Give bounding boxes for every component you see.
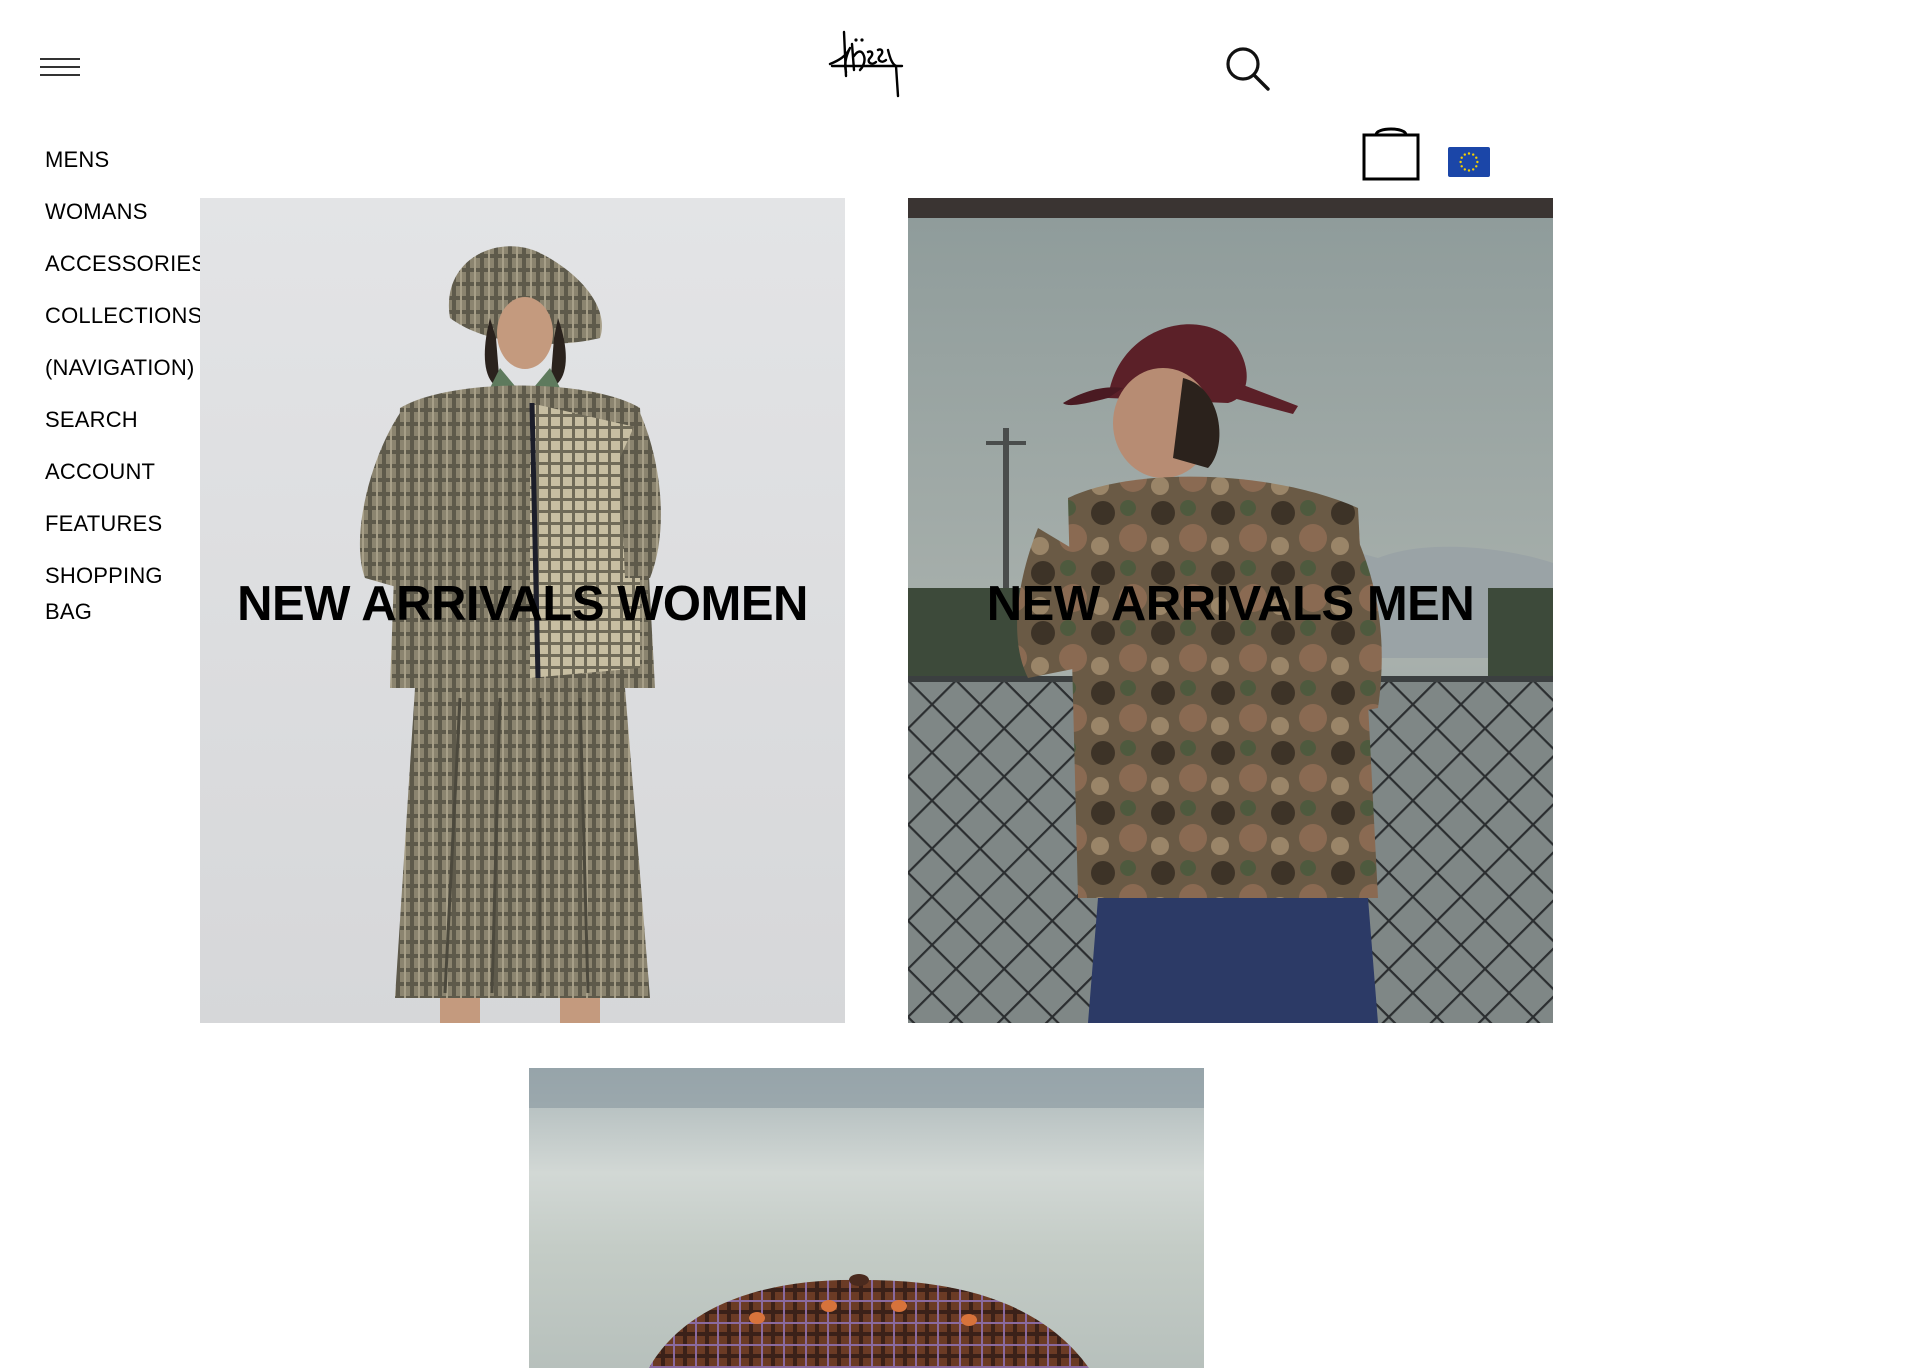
nav-item-search[interactable]: SEARCH (45, 402, 215, 438)
new-arrivals-men-tile[interactable]: NEW ARRIVALS MEN (908, 198, 1553, 1023)
cap-photo (529, 1068, 1204, 1368)
nav-item-shopping-bag[interactable]: SHOPPING BAG (45, 558, 165, 630)
shopping-bag-icon[interactable] (1362, 125, 1420, 181)
tile-title-women: NEW ARRIVALS WOMEN (237, 577, 808, 631)
brand-logo[interactable] (826, 26, 906, 98)
nav-item-navigation[interactable]: (NAVIGATION) (45, 350, 215, 386)
nav-item-collections[interactable]: COLLECTIONS (45, 298, 215, 334)
menu-line (40, 74, 80, 76)
flag-stars (1459, 152, 1479, 172)
hamburger-menu-icon[interactable] (40, 55, 82, 79)
new-arrivals-women-tile[interactable]: NEW ARRIVALS WOMEN (200, 198, 845, 1023)
nav-item-features[interactable]: FEATURES (45, 506, 215, 542)
eu-flag-icon[interactable] (1448, 147, 1490, 177)
main-navigation: MENS WOMANS ACCESSORIES COLLECTIONS (NAV… (45, 142, 215, 630)
featured-product-tile[interactable] (529, 1068, 1204, 1368)
nav-item-mens[interactable]: MENS (45, 142, 215, 178)
nav-item-account[interactable]: ACCOUNT (45, 454, 215, 490)
tile-title-men: NEW ARRIVALS MEN (986, 577, 1475, 631)
nav-item-accessories[interactable]: ACCESSORIES (45, 246, 215, 282)
page: MENS WOMANS ACCESSORIES COLLECTIONS (NAV… (0, 0, 1910, 1368)
menu-line (40, 66, 80, 68)
search-icon[interactable] (1223, 44, 1273, 94)
nav-item-womans[interactable]: WOMANS (45, 194, 215, 230)
menu-line (40, 58, 80, 60)
